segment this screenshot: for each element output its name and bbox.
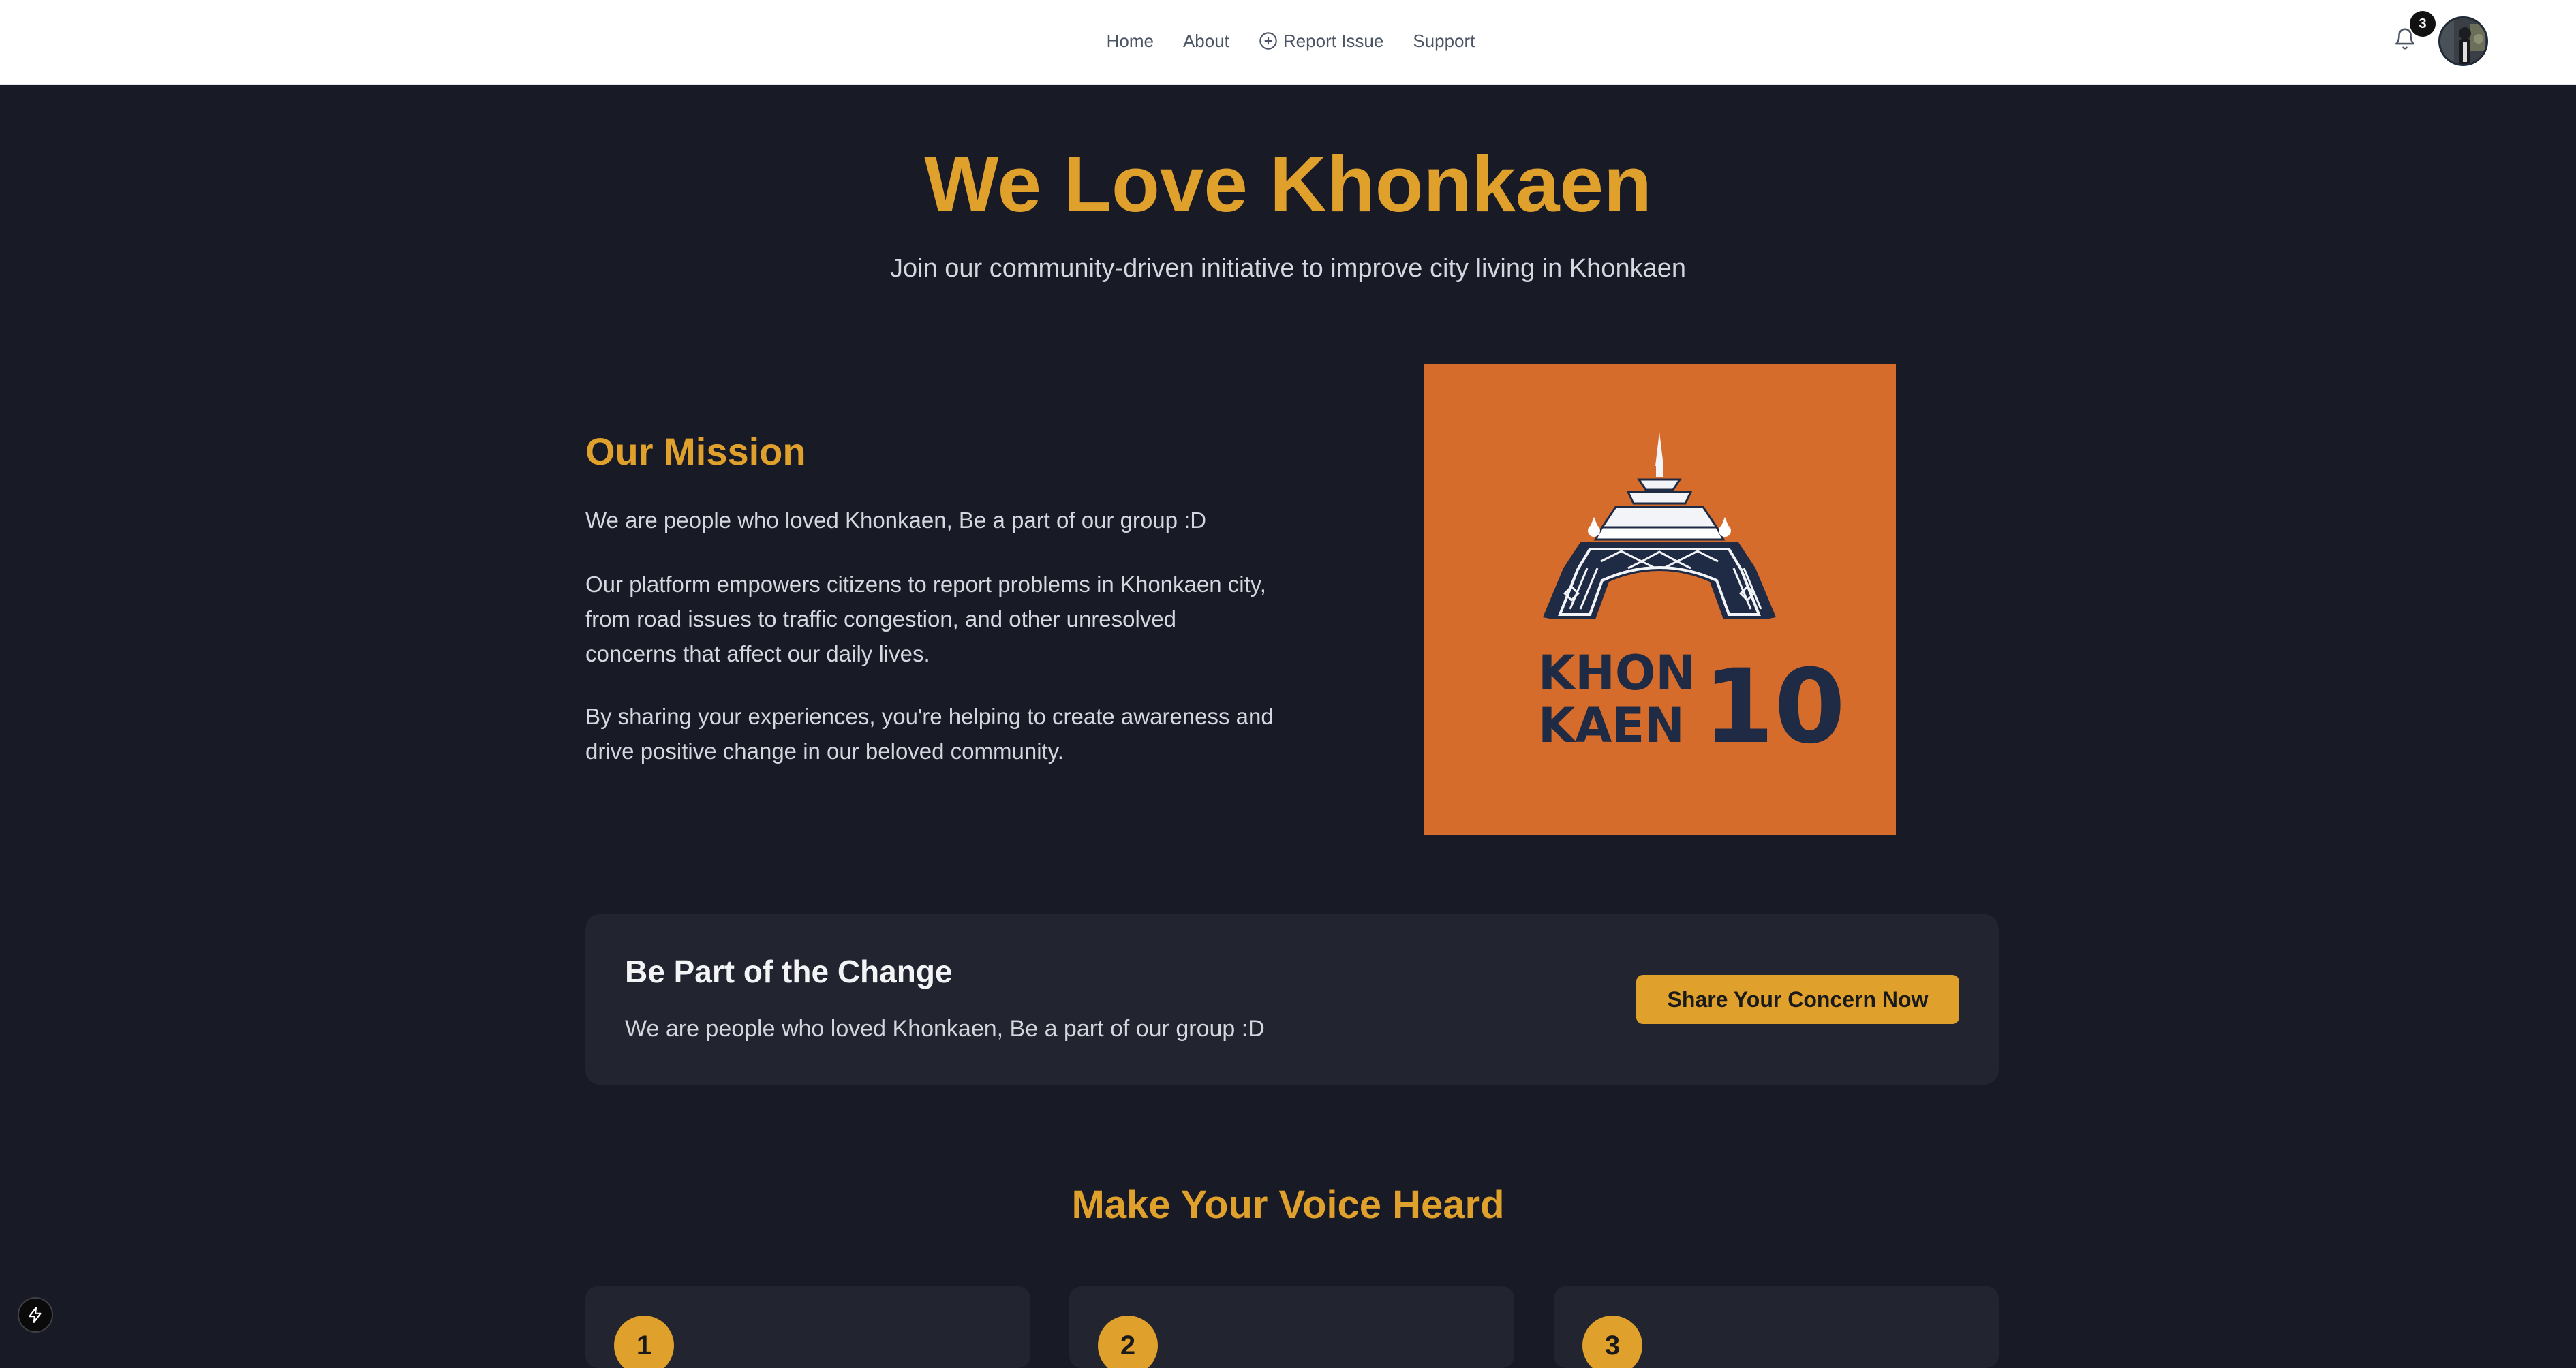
top-navbar: Home About Report Issue Support 3 (0, 0, 2576, 85)
cta-text: We are people who loved Khonkaen, Be a p… (625, 1016, 1265, 1042)
hero-subtitle: Join our community-driven initiative to … (890, 254, 1686, 283)
nav-home-label: Home (1106, 30, 1154, 51)
mission-paragraph: We are people who loved Khonkaen, Be a p… (585, 508, 1207, 533)
step-number: 3 (1582, 1316, 1642, 1368)
user-avatar[interactable] (2438, 16, 2488, 66)
nav-about-label: About (1182, 30, 1229, 51)
plus-circle-icon (1259, 31, 1278, 50)
mission-paragraph: By sharing your experiences, you're help… (585, 704, 1274, 764)
logo-line1: KHON (1538, 645, 1696, 701)
nav-report-issue-link[interactable]: Report Issue (1259, 31, 1383, 52)
hero-title: We Love Khonkaen (924, 140, 1652, 228)
share-concern-button[interactable]: Share Your Concern Now (1636, 975, 1959, 1024)
mission-paragraph: Our platform empowers citizens to report… (585, 572, 1266, 666)
logo-line2: KAEN (1538, 698, 1685, 753)
nav-report-issue-label: Report Issue (1283, 30, 1384, 51)
step-card: 2 (1069, 1286, 1514, 1368)
lightning-icon[interactable] (18, 1297, 53, 1333)
nav-support-link[interactable]: Support (1413, 31, 1475, 52)
khonkaen-10-logo: KHON KAEN 10 (1424, 364, 1896, 835)
step-number: 1 (614, 1316, 674, 1368)
notification-badge: 3 (2410, 11, 2436, 37)
mission-title: Our Mission (585, 430, 806, 473)
nav-support-label: Support (1413, 30, 1475, 51)
step-number: 2 (1098, 1316, 1158, 1368)
nav-about-link[interactable]: About (1183, 31, 1229, 52)
main-nav: Home About Report Issue Support (0, 0, 2576, 82)
cta-card: Be Part of the Change We are people who … (585, 914, 1999, 1085)
nav-home-link[interactable]: Home (1107, 31, 1154, 52)
step-card: 3 (1554, 1286, 1999, 1368)
step-card: 1 (585, 1286, 1030, 1368)
logo-number: 10 (1703, 648, 1845, 766)
cta-title: Be Part of the Change (625, 954, 953, 989)
voice-section-title: Make Your Voice Heard (1071, 1183, 1505, 1227)
